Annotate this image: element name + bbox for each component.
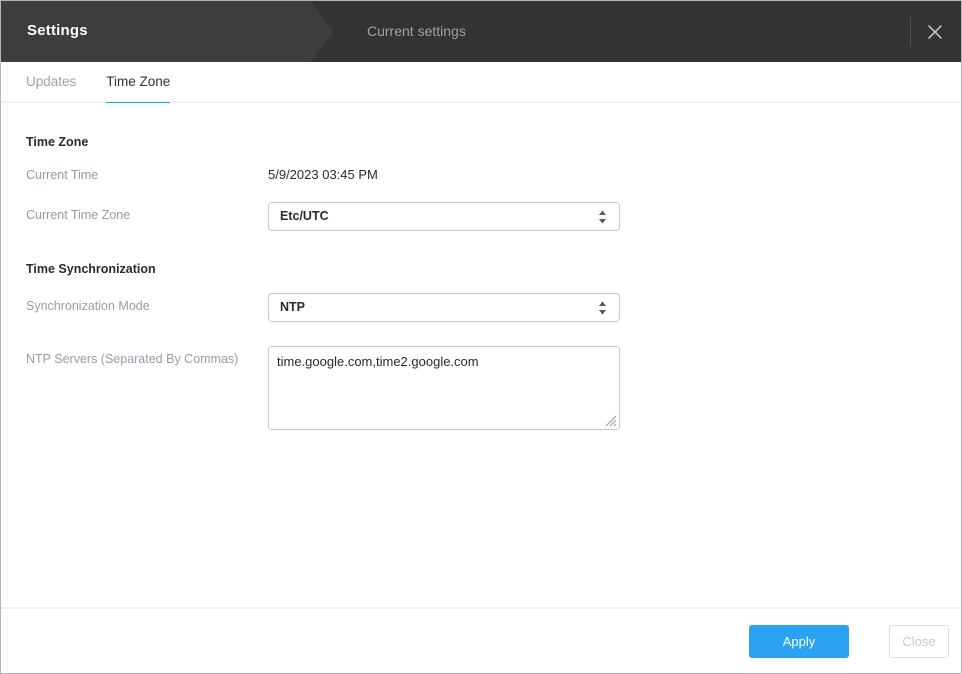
settings-form: Time Zone Current Time 5/9/2023 03:45 PM… [1,103,961,607]
chevron-updown-icon [598,300,607,316]
apply-button-label: Apply [782,634,816,649]
label-synchronization-mode: Synchronization Mode [26,299,150,313]
tab-updates[interactable]: Updates [26,62,76,103]
breadcrumb-subtitle: Current settings [367,23,466,39]
chevron-updown-icon [598,209,607,225]
header-divider [910,17,911,46]
resize-handle-icon[interactable] [602,412,618,428]
tab-bar: Updates Time Zone [1,62,961,105]
synchronization-mode-select[interactable]: NTP [268,293,620,322]
close-button[interactable]: Close [889,625,949,658]
dialog-footer: Apply Close [1,607,961,673]
breadcrumb-chevron-icon [311,1,333,62]
section-title-time-zone: Time Zone [26,135,89,149]
ntp-servers-value: time.google.com,time2.google.com [277,354,479,369]
tab-time-zone-label: Time Zone [106,74,171,89]
current-time-zone-select[interactable]: Etc/UTC [268,202,620,231]
section-title-time-synchronization: Time Synchronization [26,262,156,276]
tab-updates-label: Updates [26,74,77,89]
apply-button[interactable]: Apply [749,625,849,658]
close-button-label: Close [902,634,936,649]
page-title: Settings [27,22,88,39]
tab-time-zone[interactable]: Time Zone [106,62,171,105]
current-time-zone-value: Etc/UTC [280,209,329,223]
synchronization-mode-value: NTP [280,300,305,314]
ntp-servers-textarea[interactable]: time.google.com,time2.google.com [268,346,620,430]
label-current-time-zone: Current Time Zone [26,208,131,222]
close-icon[interactable] [923,20,947,44]
dialog-header: Settings Current settings [1,1,961,62]
value-current-time: 5/9/2023 03:45 PM [268,167,378,182]
label-ntp-servers: NTP Servers (Separated By Commas) [26,352,239,366]
settings-dialog: Settings Current settings Updates Time Z… [0,0,962,674]
label-current-time: Current Time [26,168,99,182]
